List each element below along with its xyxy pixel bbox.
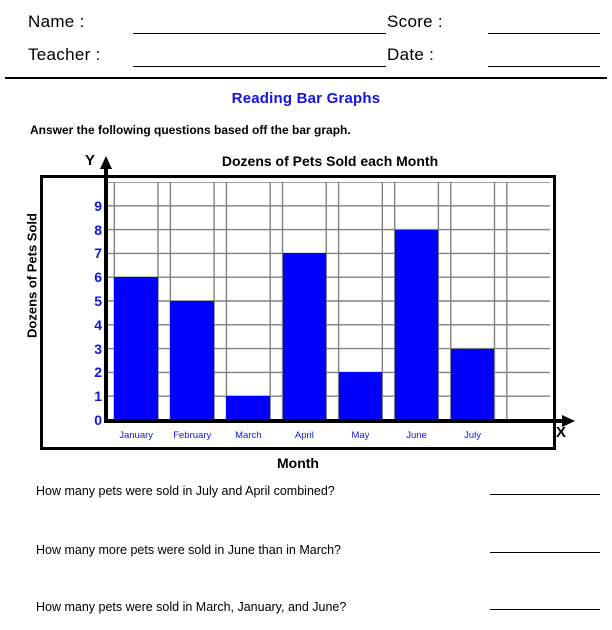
question-1: How many pets were sold in July and Apri… [36, 484, 335, 498]
teacher-input-line[interactable] [133, 66, 386, 67]
y-tick-3: 3 [94, 340, 102, 357]
y-tick-1: 1 [94, 388, 102, 405]
y-tick-4: 4 [94, 316, 102, 333]
y-tick-8: 8 [94, 221, 102, 238]
x-axis-line [104, 419, 564, 423]
chart-gridlines [107, 182, 550, 420]
y-tick-0: 0 [94, 412, 102, 428]
name-input-line[interactable] [133, 33, 386, 34]
answer-line-3[interactable] [490, 609, 600, 610]
x-tick-april: April [294, 430, 314, 441]
x-tick-june: June [406, 430, 427, 441]
y-axis-line [104, 168, 108, 423]
score-label: Score : [387, 12, 443, 31]
answer-line-1[interactable] [490, 494, 600, 495]
question-3: How many pets were sold in March, Januar… [36, 600, 347, 614]
x-tick-july: July [464, 430, 482, 441]
x-tick-february: February [173, 430, 212, 441]
y-tick-2: 2 [94, 364, 102, 381]
chart-title: Dozens of Pets Sold each Month [221, 153, 439, 169]
y-tick-5: 5 [94, 293, 102, 309]
y-tick-7: 7 [94, 245, 102, 262]
score-input-line[interactable] [488, 33, 600, 34]
x-axis-arrow-icon [562, 414, 575, 427]
y-axis-title: Dozens of Pets Sold [24, 213, 40, 338]
x-tick-march: March [235, 430, 262, 441]
y-tick-9: 9 [94, 197, 102, 214]
x-axis-title: Month [277, 455, 319, 471]
y-axis-tick-labels: 0 1 2 3 4 5 6 7 8 9 [66, 0, 102, 630]
answer-line-2[interactable] [490, 552, 600, 553]
x-tick-may: May [351, 430, 370, 441]
bar-chart-plot-area [107, 182, 550, 420]
date-input-line[interactable] [488, 66, 600, 67]
date-label: Date : [387, 45, 435, 64]
x-tick-january: January [119, 430, 154, 441]
question-2: How many more pets were sold in June tha… [36, 543, 342, 557]
y-tick-6: 6 [94, 269, 102, 286]
x-axis-letter: X [556, 424, 567, 441]
